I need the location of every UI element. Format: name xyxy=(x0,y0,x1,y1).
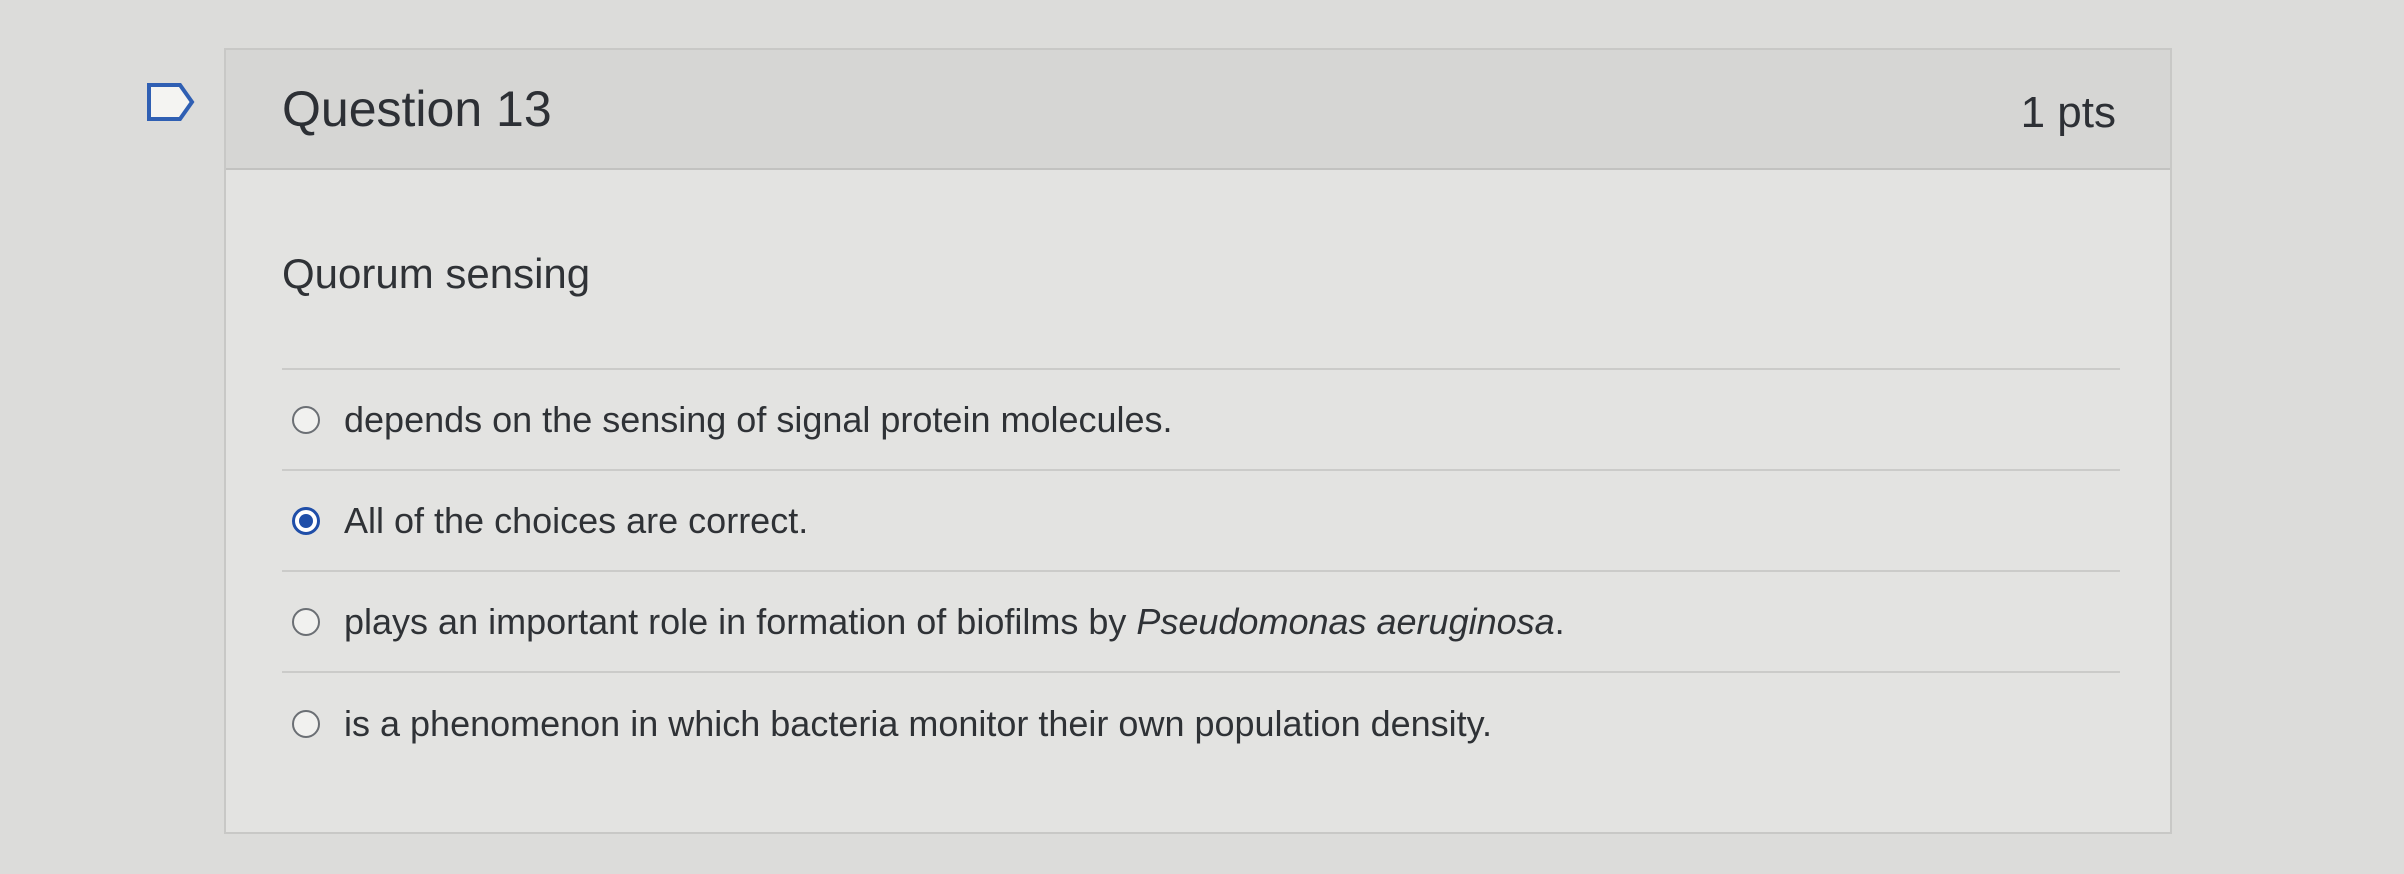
radio-button[interactable] xyxy=(292,405,320,434)
question-title: Question 13 xyxy=(282,81,552,137)
radio-button[interactable] xyxy=(292,607,320,636)
question-header: Question 13 1 pts xyxy=(226,50,2170,170)
answer-label: All of the choices are correct. xyxy=(344,499,809,541)
radio-button-selected[interactable] xyxy=(292,506,320,535)
answer-option-1[interactable]: depends on the sensing of signal protein… xyxy=(282,370,2120,471)
radio-button[interactable] xyxy=(292,709,320,738)
answer-label: is a phenomenon in which bacteria monito… xyxy=(344,702,1493,744)
answer-list: depends on the sensing of signal protein… xyxy=(282,368,2120,774)
answer-label-species: Pseudomonas aeruginosa xyxy=(1136,600,1555,642)
question-card: Question 13 1 pts Quorum sensing depends… xyxy=(224,48,2172,834)
answer-label-part: plays an important role in formation of … xyxy=(344,600,1137,642)
question-points: 1 pts xyxy=(2020,88,2116,137)
answer-label: depends on the sensing of signal protein… xyxy=(344,398,1173,440)
flag-question-icon[interactable] xyxy=(146,82,196,122)
answer-option-2[interactable]: All of the choices are correct. xyxy=(282,471,2120,572)
question-prompt: Quorum sensing xyxy=(282,250,591,297)
answer-label: plays an important role in formation of … xyxy=(344,601,1565,643)
answer-label-end: . xyxy=(1554,600,1565,642)
answer-option-4[interactable]: is a phenomenon in which bacteria monito… xyxy=(282,673,2120,774)
answer-option-3[interactable]: plays an important role in formation of … xyxy=(282,572,2120,673)
